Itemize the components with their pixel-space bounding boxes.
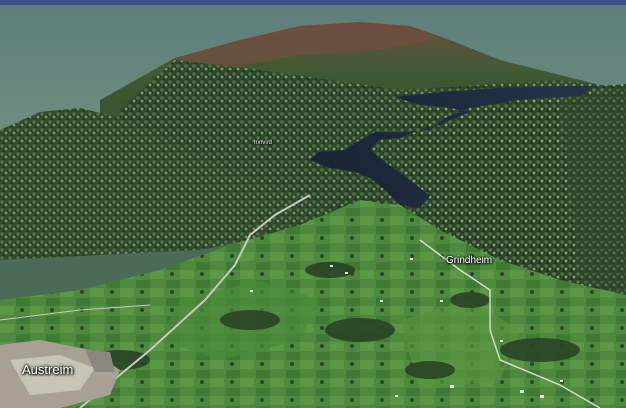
map-view[interactable]: Austreim Grindheim Innvird — [0, 0, 626, 408]
terrain-render — [0, 0, 626, 408]
